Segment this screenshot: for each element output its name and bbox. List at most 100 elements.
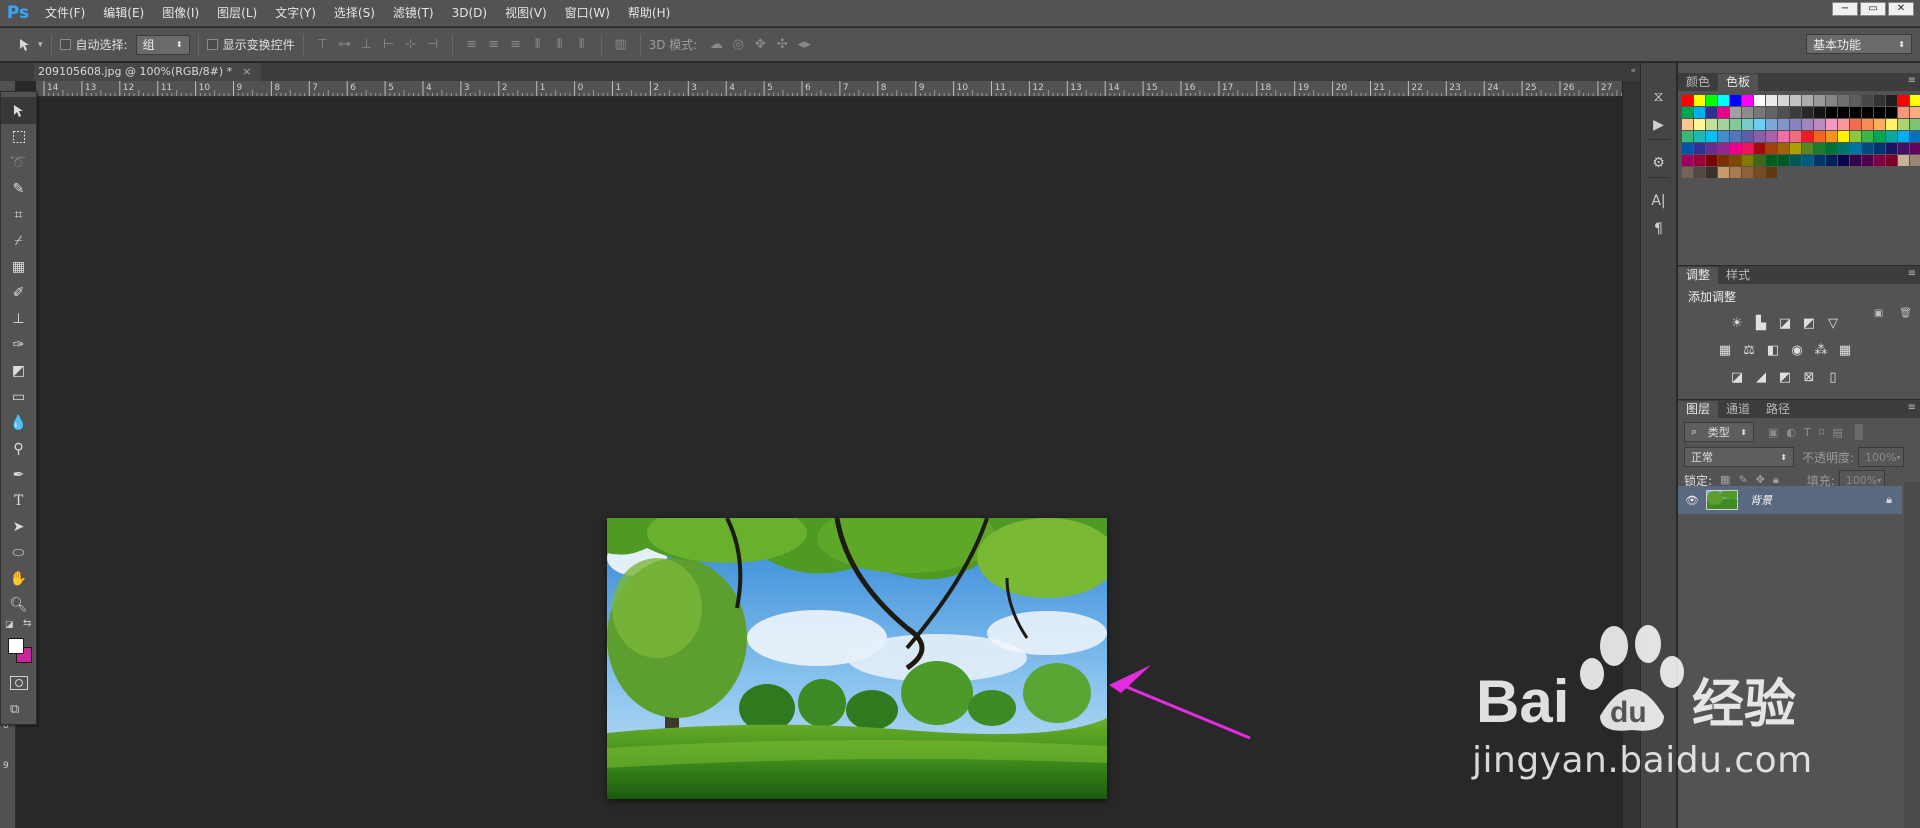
curves-icon[interactable]: ◪ [1776,314,1794,332]
color-swatch[interactable] [1826,131,1837,142]
color-swatch[interactable] [1790,155,1801,166]
color-swatch[interactable] [1910,119,1920,130]
color-swatch[interactable] [1838,107,1849,118]
color-swatch[interactable] [1814,107,1825,118]
color-swatch[interactable] [1754,131,1765,142]
color-swatch[interactable] [1862,143,1873,154]
horizontal-ruler[interactable]: 14 13 12 11 10 9 8 7 6 5 4 3 2 1 0 1 2 3 4 5 6 7 8 9 10 11 12 13 14 1… [36,81,1640,97]
distribute-hcenter-icon[interactable]: ⦀ [549,34,571,56]
align-right-icon[interactable]: ⊣ [422,34,444,56]
minimize-button[interactable]: − [1832,2,1858,16]
panel-menu-icon[interactable]: ≡ [1908,402,1916,413]
align-top-icon[interactable]: ⊤ [312,34,334,56]
distribute-left-icon[interactable]: ⦀ [527,34,549,56]
color-swatch[interactable] [1814,119,1825,130]
color-swatch[interactable] [1718,119,1729,130]
path-selection-tool-icon[interactable]: ➤ [1,514,36,540]
gradient-map-icon[interactable]: ⊠ [1800,368,1818,386]
menu-item[interactable]: 帮助(H) [619,0,679,27]
canvas-area[interactable] [37,97,1640,828]
color-swatch[interactable] [1814,155,1825,166]
color-swatch[interactable] [1850,107,1861,118]
color-swatch[interactable] [1814,143,1825,154]
swap-colors-icon[interactable]: ⇆ [23,618,31,629]
pen-tool-icon[interactable]: ✒ [1,462,36,488]
color-swatch[interactable] [1778,155,1789,166]
lock-transparent-icon[interactable]: ▦ [1720,473,1730,487]
color-swatch[interactable] [1682,155,1693,166]
color-swatch[interactable] [1790,131,1801,142]
color-swatch[interactable] [1706,131,1717,142]
color-swatch[interactable] [1718,95,1729,106]
color-swatch[interactable] [1898,95,1909,106]
restore-button[interactable]: ▭ [1860,2,1886,16]
align-vcenter-icon[interactable]: ⊶ [334,34,356,56]
color-swatch[interactable] [1910,155,1920,166]
filter-adjustment-icon[interactable]: ◐ [1786,426,1796,439]
filter-smart-icon[interactable]: ▤ [1832,426,1842,439]
close-button[interactable]: ✕ [1888,2,1914,16]
color-swatch[interactable] [1742,155,1753,166]
color-swatch[interactable] [1706,95,1717,106]
3d-roll-icon[interactable]: ◎ [727,34,749,56]
hue-saturation-icon[interactable]: ▦ [1716,341,1734,359]
filter-shape-icon[interactable]: ⌑ [1819,426,1825,439]
show-transform-checkbox[interactable] [206,39,218,50]
color-swatch[interactable] [1886,143,1897,154]
vibrance-icon[interactable]: ▽ [1824,314,1842,332]
color-swatch[interactable] [1766,107,1777,118]
black-white-icon[interactable]: ◧ [1764,341,1782,359]
color-swatch[interactable] [1910,107,1920,118]
color-swatch[interactable] [1874,119,1885,130]
menu-item[interactable]: 图层(L) [208,0,266,27]
eye-visibility-icon[interactable]: 👁︎ [1678,494,1706,507]
layers-scrollbar[interactable] [1904,482,1920,828]
filter-pixel-icon[interactable]: ▣ [1768,426,1778,439]
color-swatch[interactable] [1718,131,1729,142]
color-swatch[interactable] [1874,143,1885,154]
color-swatch[interactable] [1742,167,1753,178]
color-swatch[interactable] [1910,143,1920,154]
color-swatch[interactable] [1754,167,1765,178]
color-swatch[interactable] [1730,131,1741,142]
color-swatch[interactable] [1790,143,1801,154]
color-swatch[interactable] [1838,119,1849,130]
menu-item[interactable]: 图像(I) [153,0,208,27]
color-swatch[interactable] [1910,95,1920,106]
color-swatch[interactable] [1754,107,1765,118]
color-swatch[interactable] [1850,155,1861,166]
healing-brush-tool-icon[interactable]: ▦ [1,254,36,280]
tab-swatches[interactable]: 色板 [1718,74,1759,91]
color-swatch[interactable] [1850,119,1861,130]
color-balance-icon[interactable]: ⚖ [1740,341,1758,359]
color-swatch[interactable] [1898,155,1909,166]
color-swatch[interactable] [1730,167,1741,178]
color-swatch[interactable] [1790,107,1801,118]
color-swatch[interactable] [1910,131,1920,142]
document-tab[interactable]: 209105608.jpg @ 100%(RGB/8#) * × [34,63,262,81]
color-swatch[interactable] [1694,143,1705,154]
color-swatch[interactable] [1886,131,1897,142]
color-swatch[interactable] [1838,95,1849,106]
color-swatch[interactable] [1694,155,1705,166]
crop-tool-icon[interactable]: ⌗ [1,202,36,228]
channel-mixer-icon[interactable]: ⁂ [1812,341,1830,359]
color-swatch[interactable] [1862,131,1873,142]
tab-color[interactable]: 颜色 [1678,74,1718,91]
color-swatch[interactable] [1706,143,1717,154]
color-swatch[interactable] [1778,143,1789,154]
panel-menu-icon[interactable]: ≡ [1908,268,1916,279]
3d-scale-icon[interactable]: ◂▸ [793,34,815,56]
move-tool-preset-icon[interactable] [14,34,36,56]
swatch-grid[interactable] [1682,95,1920,178]
photo-filter-icon[interactable]: ◉ [1788,341,1806,359]
color-swatch[interactable] [1706,107,1717,118]
menu-item[interactable]: 文字(Y) [266,0,325,27]
color-swatch[interactable] [1814,131,1825,142]
workspace-dropdown[interactable]: 基本功能 ⬍ [1806,34,1912,54]
color-swatch[interactable] [1826,119,1837,130]
color-swatch[interactable] [1886,95,1897,106]
3d-pan-icon[interactable]: ✥ [749,34,771,56]
type-tool-icon[interactable]: T [1,488,36,514]
history-panel-icon[interactable]: ⧖ [1641,83,1676,111]
